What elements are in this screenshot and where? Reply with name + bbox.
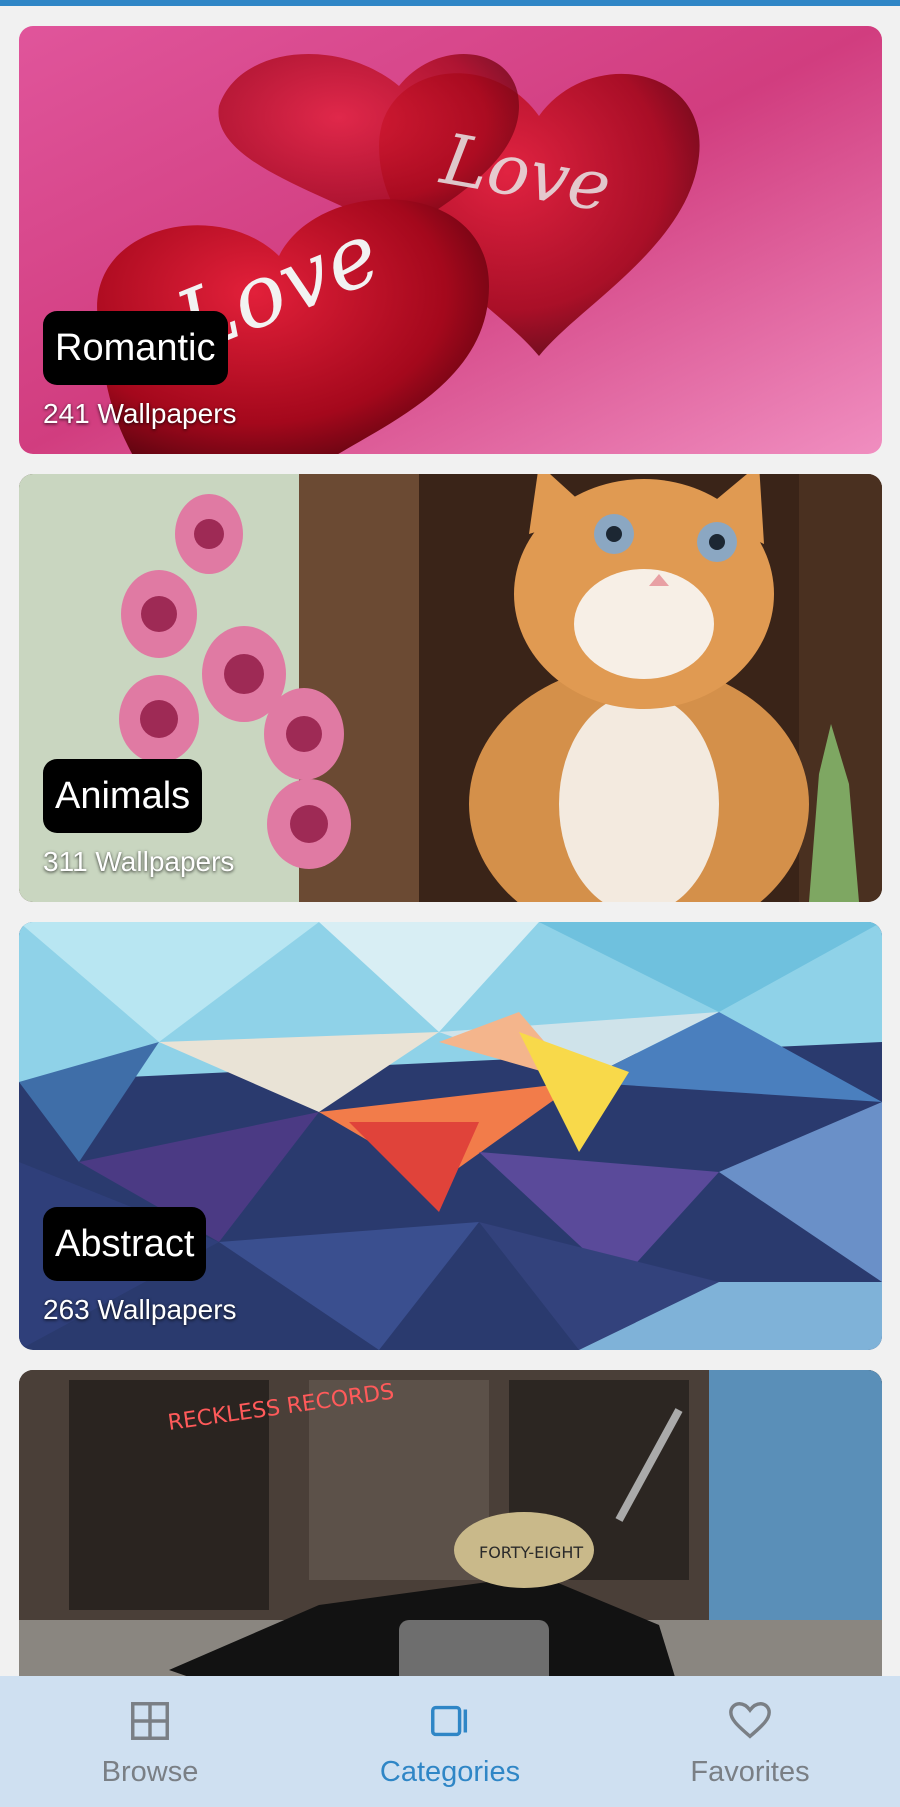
category-card-romantic[interactable]: Love Love Romantic 241 Wallpapers — [19, 26, 882, 454]
category-card-animals[interactable]: Animals 311 Wallpapers — [19, 474, 882, 902]
heart-icon — [729, 1702, 771, 1739]
kitten-flowers-image — [19, 474, 882, 902]
category-title: Animals — [43, 759, 203, 833]
nav-browse-label: Browse — [101, 1756, 199, 1788]
nav-categories[interactable]: Categories — [300, 1676, 600, 1807]
nav-categories-label: Categories — [379, 1756, 521, 1788]
low-poly-abstract-image — [19, 922, 882, 1350]
wallpaper-count: 263 Wallpapers — [43, 1294, 237, 1325]
tank-label: FORTY-EIGHT — [479, 1543, 583, 1562]
category-card-abstract[interactable]: Abstract 263 Wallpapers — [19, 922, 882, 1350]
bottom-navigation: Browse Categories Favorites — [0, 1676, 900, 1807]
nav-favorites[interactable]: Favorites — [600, 1676, 900, 1807]
category-title: Romantic — [43, 311, 228, 385]
romantic-hearts-image: Love Love — [19, 26, 882, 454]
categories-icon — [431, 1705, 468, 1737]
category-title: Abstract — [43, 1207, 207, 1281]
category-card-motorcycle[interactable]: RECKLESS RECORDS FORTY-EIGHT — [19, 1370, 882, 1676]
nav-favorites-label: Favorites — [690, 1756, 810, 1788]
category-list[interactable]: Love Love Romantic 241 Wallpapers Animal… — [0, 6, 900, 1676]
nav-browse[interactable]: Browse — [0, 1676, 300, 1807]
grid-icon — [131, 1702, 169, 1740]
wallpaper-count: 241 Wallpapers — [43, 398, 237, 429]
motorcycle-storefront-image: RECKLESS RECORDS FORTY-EIGHT — [19, 1370, 882, 1676]
wallpaper-count: 311 Wallpapers — [43, 846, 235, 877]
